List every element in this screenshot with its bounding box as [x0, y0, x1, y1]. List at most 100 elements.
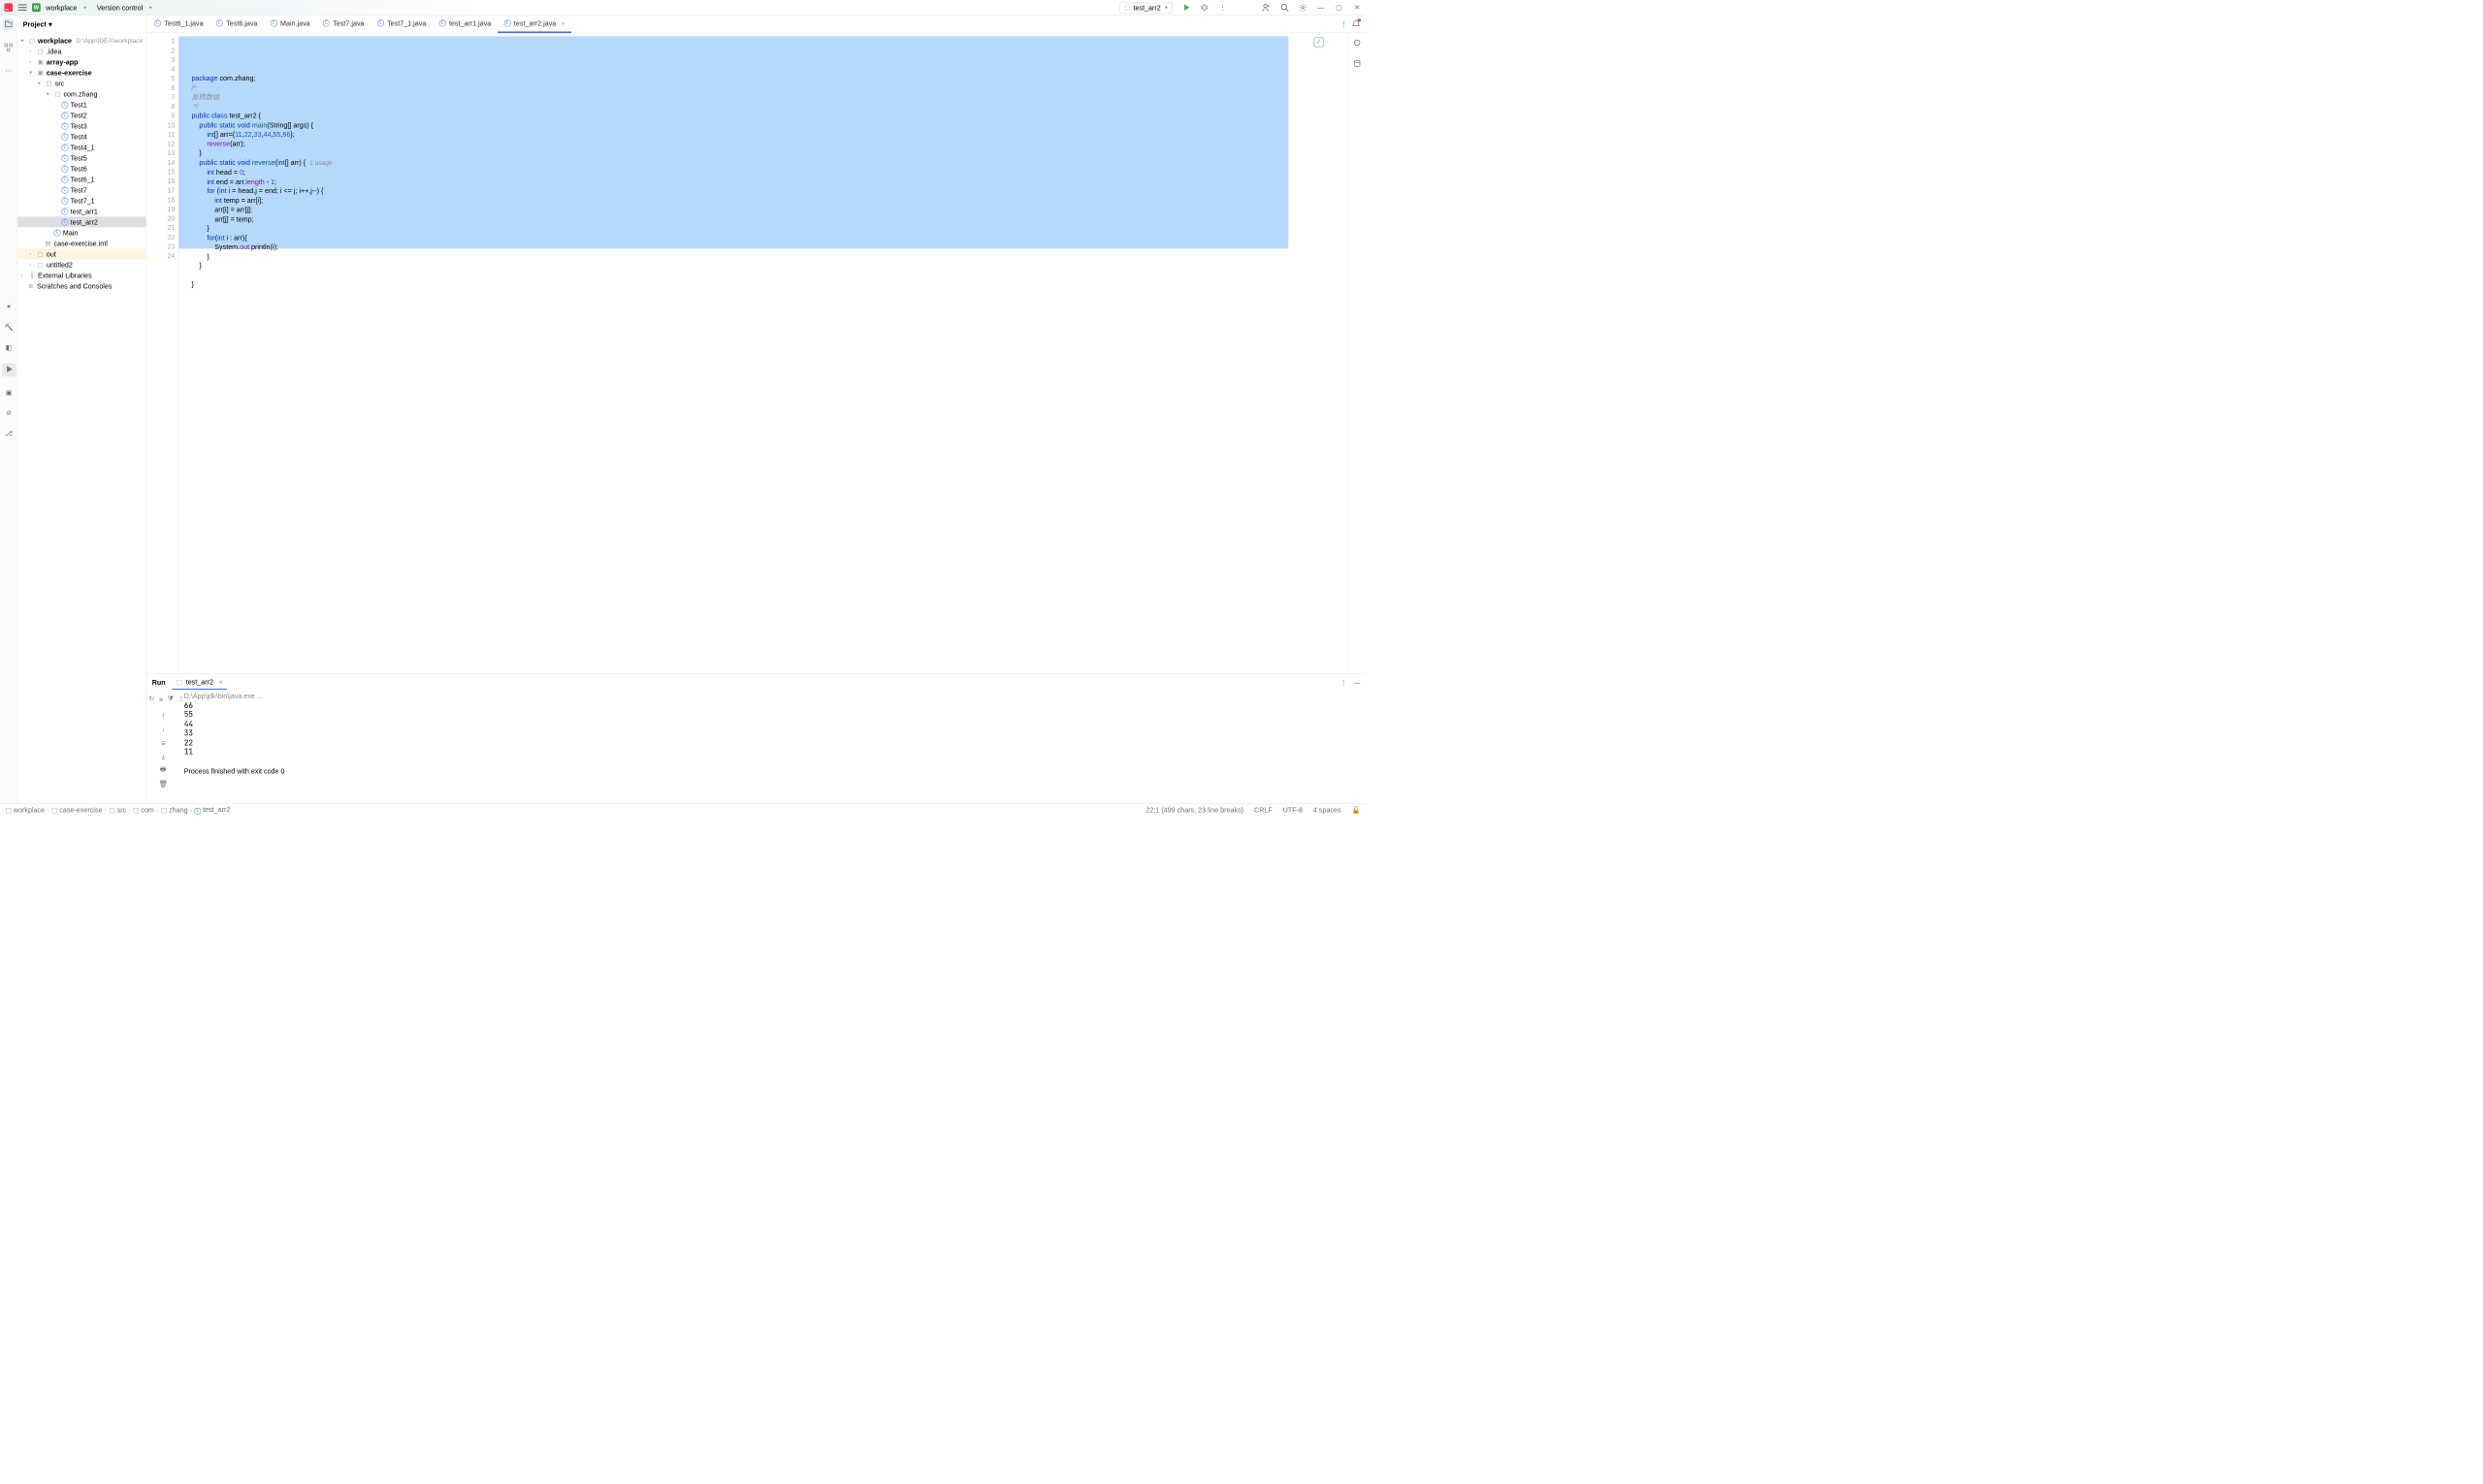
stop-icon[interactable]: ■ [159, 694, 163, 703]
tree-node-package[interactable]: ▾▢com.zhang [17, 88, 146, 99]
class-icon: C [61, 112, 68, 118]
tree-node-test7-1[interactable]: CTest7_1 [17, 195, 146, 206]
project-tree[interactable]: ▾▢workplaceD:\App\IDEA\workplace ›▢.idea… [17, 33, 146, 803]
database-icon[interactable] [1353, 59, 1362, 69]
project-header[interactable]: Project ▾ [17, 16, 146, 33]
terminal-icon[interactable]: ▣ [6, 388, 13, 397]
problems-icon[interactable]: ⊘ [6, 408, 12, 417]
breadcrumb[interactable]: ▢workplace ›▢case-exercise ›▢src ›▢com ›… [6, 806, 231, 815]
run-output[interactable]: D:\App\jdk\bin\java.exe ... 66 55 44 33 … [179, 692, 1366, 804]
soft-wrap-icon[interactable]: ≡ [159, 738, 168, 747]
class-icon: C [61, 122, 68, 129]
encoding[interactable]: UTF-8 [1283, 806, 1303, 814]
scroll-end-icon[interactable]: ⤓ [159, 753, 168, 761]
more-icon[interactable]: ⋮ [1218, 3, 1227, 12]
run-tab[interactable]: ⬚ test_arr2 × [172, 676, 227, 690]
code-area[interactable]: ✓ package com.zhang; /* 反转数组 */ public c… [178, 33, 1348, 673]
main-menu-icon[interactable] [18, 3, 27, 12]
chevron-down-icon[interactable]: ▾ [83, 5, 86, 11]
ai-assistant-icon[interactable] [1353, 39, 1362, 48]
tree-node-test-arr1[interactable]: Ctest_arr1 [17, 206, 146, 216]
hide-panel-icon[interactable]: — [1353, 679, 1360, 687]
tree-node-test1[interactable]: CTest1 [17, 99, 146, 110]
tree-node-test5[interactable]: CTest5 [17, 152, 146, 163]
tree-node-untitled2[interactable]: ›▢untitled2 [17, 259, 146, 270]
minimize-icon[interactable]: — [1316, 3, 1325, 12]
structure-tool-icon[interactable] [3, 42, 14, 52]
inspection-ok-icon[interactable]: ✓ [1314, 38, 1324, 48]
tree-node-ext-lib[interactable]: ›⫿External Libraries [17, 270, 146, 280]
tree-node-test4[interactable]: CTest4 [17, 131, 146, 142]
editor-tab[interactable]: CTest6_1.java [147, 16, 210, 33]
build-icon[interactable]: 🔨 [5, 323, 14, 332]
tree-node-test6[interactable]: CTest6 [17, 163, 146, 174]
chevron-down-icon[interactable]: ▾ [149, 5, 152, 11]
run-tool-icon[interactable] [2, 364, 16, 377]
editor-tab[interactable]: CTest7_1.java [371, 16, 433, 33]
tree-node-idea[interactable]: ›▢.idea [17, 46, 146, 56]
notifications-icon[interactable] [1352, 19, 1361, 29]
tree-node-iml[interactable]: ▤case-exercise.iml [17, 238, 146, 248]
rerun-icon[interactable]: ↻ [148, 694, 154, 703]
line-separator[interactable]: CRLF [1254, 806, 1273, 814]
tree-node-test-arr2[interactable]: Ctest_arr2 [17, 216, 146, 227]
close-icon[interactable]: × [218, 678, 222, 686]
tree-node-test4-1[interactable]: CTest4_1 [17, 142, 146, 152]
class-icon: C [61, 218, 68, 225]
editor-tab[interactable]: Ctest_arr2.java× [498, 16, 571, 33]
gutter[interactable]: 12345▷6▷78910@11121314151617181920212223… [146, 33, 178, 673]
tree-node-test3[interactable]: CTest3 [17, 120, 146, 131]
debug-icon[interactable] [1201, 3, 1209, 12]
close-icon[interactable]: × [562, 19, 565, 27]
editor-tab[interactable]: CTest6.java [210, 16, 264, 33]
run-more-icon[interactable]: ⋮ [1340, 678, 1347, 687]
editor-tab[interactable]: Ctest_arr1.java [433, 16, 498, 33]
tree-node-out[interactable]: ›▢out [17, 248, 146, 259]
class-icon: C [61, 101, 68, 108]
indent[interactable]: 4 spaces [1313, 806, 1341, 814]
trash-icon[interactable]: 🗑 [159, 780, 168, 789]
search-icon[interactable] [1280, 3, 1289, 12]
filter-icon[interactable]: ⧩ [168, 694, 174, 703]
workspace-name[interactable]: workplace [46, 4, 77, 12]
more-tool-icon[interactable]: ⋯ [3, 66, 14, 77]
topbar: W workplace ▾ Version control ▾ ⬚ test_a… [0, 0, 1366, 16]
editor-right-rail [1348, 33, 1366, 673]
git-icon[interactable]: ⎇ [5, 429, 13, 437]
tree-node-case-exercise[interactable]: ▾▣case-exercise [17, 67, 146, 78]
tree-node-array-app[interactable]: ›▣array-app [17, 56, 146, 67]
run-config-selector[interactable]: ⬚ test_arr2 ▾ [1119, 2, 1173, 14]
settings-icon[interactable] [1299, 3, 1307, 12]
statusbar: ▢workplace ›▢case-exercise ›▢src ›▢com ›… [0, 803, 1366, 816]
caret-position[interactable]: 22:1 (499 chars, 23 line breaks) [1145, 806, 1243, 814]
class-icon: C [61, 197, 68, 204]
project-panel: Project ▾ ▾▢workplaceD:\App\IDEA\workpla… [17, 16, 146, 803]
tree-node-test7[interactable]: CTest7 [17, 184, 146, 195]
services-icon[interactable]: ◧ [6, 343, 13, 352]
file-icon: ⬚ [1124, 4, 1130, 12]
close-icon[interactable]: ✕ [1353, 3, 1362, 12]
class-icon: C [54, 229, 61, 236]
tree-node-scratches[interactable]: ≣Scratches and Consoles [17, 280, 146, 291]
print-icon[interactable]: 🖶 [159, 766, 168, 775]
run-icon[interactable] [1182, 3, 1191, 12]
ant-icon[interactable]: ✶ [6, 303, 12, 311]
readonly-icon[interactable]: 🔓 [1352, 806, 1361, 815]
tree-node-src[interactable]: ▾▢src [17, 78, 146, 88]
add-user-icon[interactable] [1262, 3, 1271, 12]
class-icon: C [61, 208, 68, 214]
project-tool-icon[interactable] [3, 18, 14, 29]
maximize-icon[interactable]: ▢ [1335, 3, 1343, 12]
down-icon[interactable]: ↓ [159, 725, 168, 733]
tab-more-icon[interactable]: ⋮ [1340, 19, 1347, 28]
tree-node-test2[interactable]: CTest2 [17, 110, 146, 120]
vcs-menu[interactable]: Version control [97, 4, 143, 12]
chevron-down-icon: ▾ [1165, 5, 1168, 11]
tree-root[interactable]: ▾▢workplaceD:\App\IDEA\workplace [17, 35, 146, 46]
editor-tab[interactable]: CTest7.java [316, 16, 371, 33]
chevron-down-icon: ▾ [48, 20, 52, 29]
up-icon[interactable]: ↑ [159, 711, 168, 720]
tree-node-main[interactable]: CMain [17, 227, 146, 238]
tree-node-test6-1[interactable]: CTest6_1 [17, 174, 146, 184]
editor-tab[interactable]: CMain.java [264, 16, 316, 33]
